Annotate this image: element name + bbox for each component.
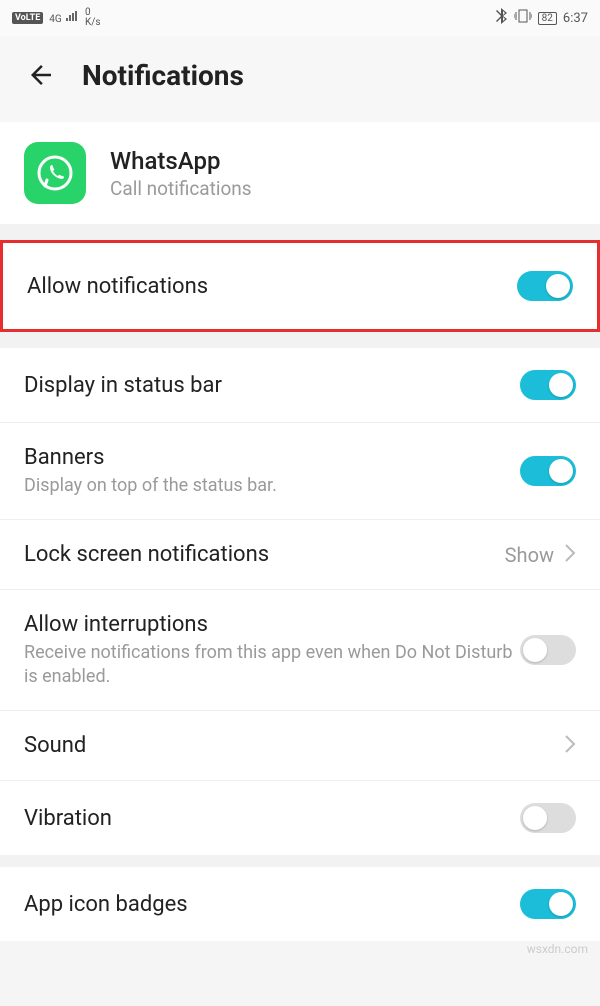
lock-screen-value: Show xyxy=(505,543,554,567)
allow-notifications-toggle[interactable] xyxy=(517,271,573,301)
vibrate-icon xyxy=(514,9,532,27)
vibration-toggle[interactable] xyxy=(520,803,576,833)
status-left: VoLTE 4G 0 K/s xyxy=(12,8,101,28)
lock-screen-label: Lock screen notifications xyxy=(24,542,269,567)
allow-interruptions-row[interactable]: Allow interruptions Receive notification… xyxy=(0,590,600,711)
data-speed: 0 K/s xyxy=(85,8,101,28)
chevron-right-icon xyxy=(564,543,576,567)
app-name: WhatsApp xyxy=(110,147,252,175)
display-status-bar-label: Display in status bar xyxy=(24,373,222,398)
volte-badge: VoLTE xyxy=(12,12,43,24)
badges-section: App icon badges xyxy=(0,867,600,941)
net-gen-text: 4G xyxy=(49,14,61,25)
app-icon-badges-label: App icon badges xyxy=(24,892,188,917)
display-status-bar-toggle[interactable] xyxy=(520,370,576,400)
allow-interruptions-sub: Receive notifications from this app even… xyxy=(24,641,520,688)
bluetooth-icon xyxy=(496,8,508,28)
status-bar: VoLTE 4G 0 K/s 82 6:37 xyxy=(0,0,600,36)
app-subtitle: Call notifications xyxy=(110,177,252,200)
back-arrow-icon xyxy=(26,60,56,90)
header: Notifications xyxy=(0,36,600,122)
display-status-bar-row[interactable]: Display in status bar xyxy=(0,348,600,423)
app-info: WhatsApp Call notifications xyxy=(0,122,600,224)
display-section: Display in status bar Banners Display on… xyxy=(0,348,600,855)
app-text: WhatsApp Call notifications xyxy=(110,147,252,200)
section-gap xyxy=(0,224,600,240)
allow-notifications-row[interactable]: Allow notifications xyxy=(0,240,600,332)
page-title: Notifications xyxy=(82,59,244,92)
allow-interruptions-label: Allow interruptions xyxy=(24,612,520,637)
speed-unit: K/s xyxy=(85,18,101,28)
back-button[interactable] xyxy=(24,58,58,92)
sound-label: Sound xyxy=(24,733,86,758)
app-icon-badges-toggle[interactable] xyxy=(520,889,576,919)
app-icon-badges-row[interactable]: App icon badges xyxy=(0,867,600,941)
banners-row[interactable]: Banners Display on top of the status bar… xyxy=(0,423,600,520)
banners-label: Banners xyxy=(24,445,520,470)
network-gen: 4G xyxy=(49,10,79,26)
clock-text: 6:37 xyxy=(563,11,588,26)
battery-indicator: 82 xyxy=(538,12,557,25)
banners-sub: Display on top of the status bar. xyxy=(24,474,520,497)
section-gap xyxy=(0,332,600,348)
allow-notifications-label: Allow notifications xyxy=(27,274,208,299)
signal-icon xyxy=(65,10,79,22)
status-right: 82 6:37 xyxy=(496,8,588,28)
lock-screen-row[interactable]: Lock screen notifications Show xyxy=(0,520,600,590)
watermark: wsxdn.com xyxy=(527,942,588,956)
banners-toggle[interactable] xyxy=(520,456,576,486)
vibration-row[interactable]: Vibration xyxy=(0,781,600,855)
allow-interruptions-toggle[interactable] xyxy=(520,635,576,665)
vibration-label: Vibration xyxy=(24,806,112,831)
sound-row[interactable]: Sound xyxy=(0,711,600,781)
whatsapp-icon xyxy=(24,142,86,204)
chevron-right-icon xyxy=(564,734,576,758)
section-gap xyxy=(0,855,600,867)
